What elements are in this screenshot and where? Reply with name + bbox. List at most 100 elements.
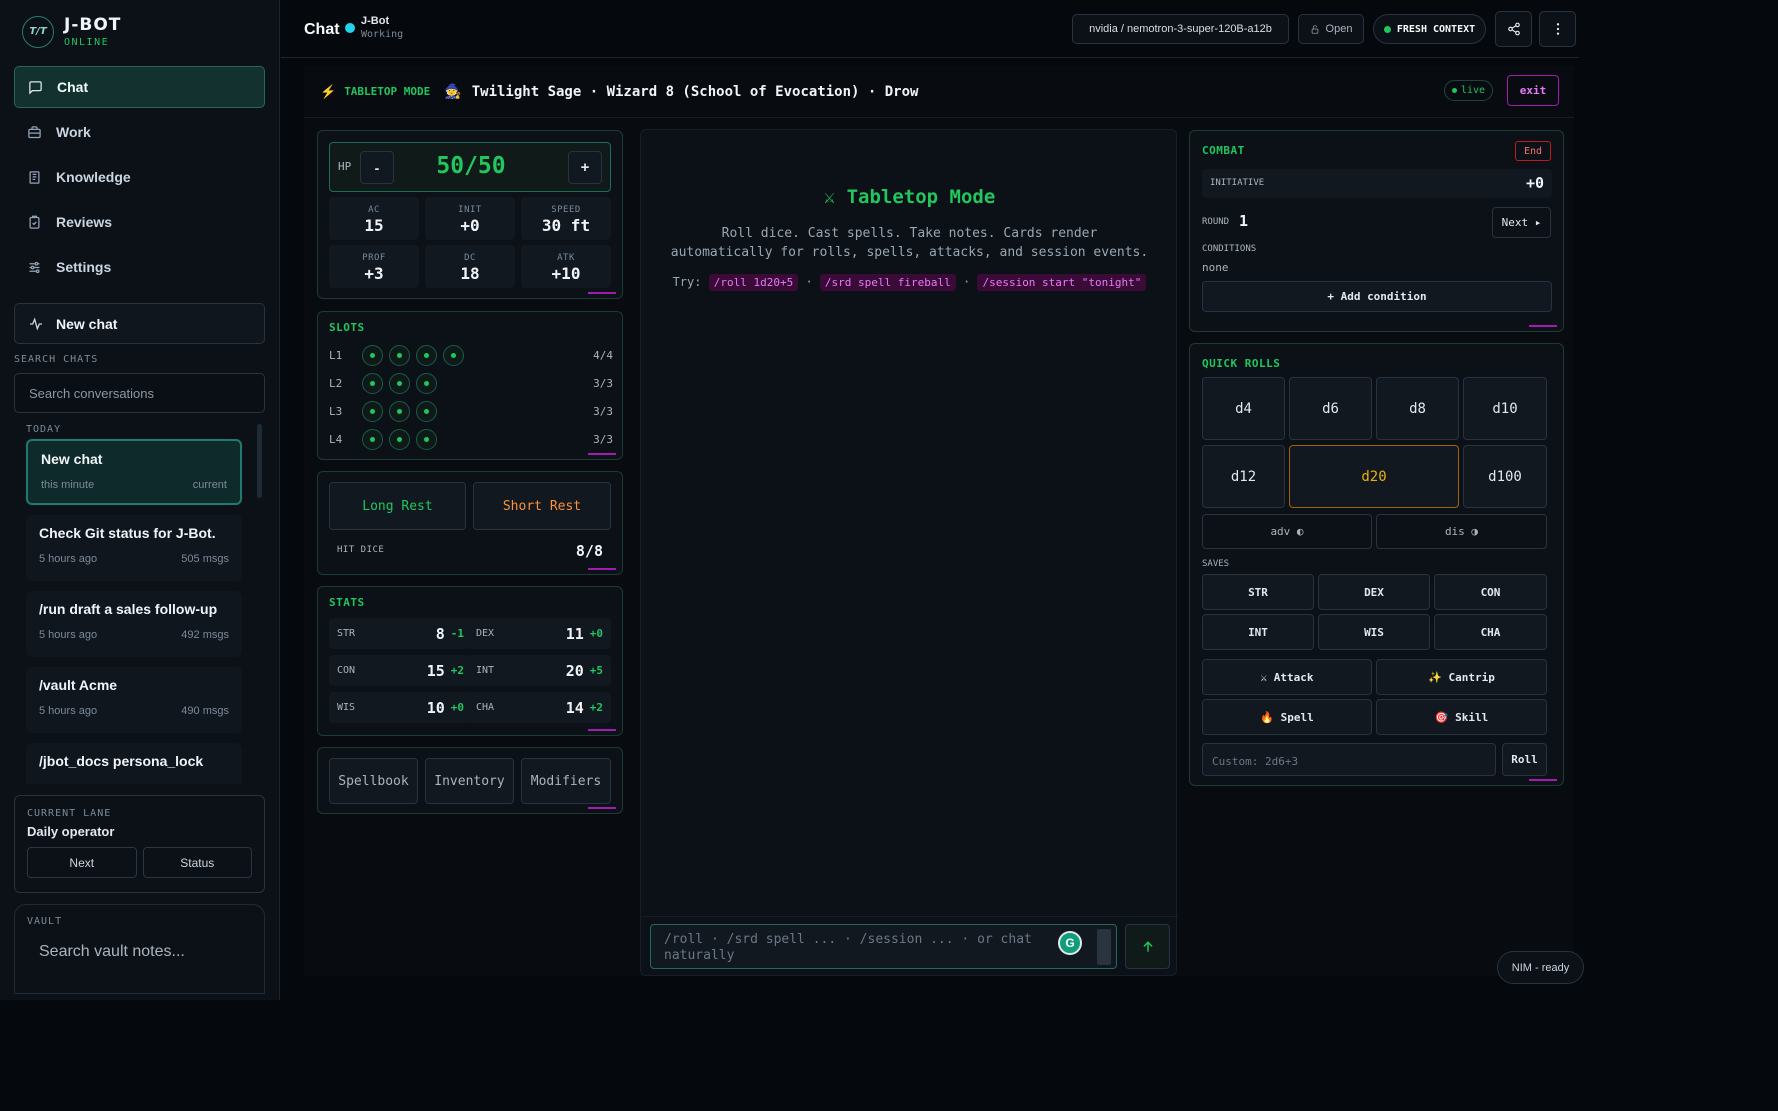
nav-label: Knowledge xyxy=(56,169,131,185)
d10-button[interactable]: d10 xyxy=(1463,377,1547,440)
chat-time: this minute xyxy=(41,479,95,491)
slot-pip[interactable] xyxy=(389,344,410,366)
initiative-row: INITIATIVE +0 xyxy=(1202,169,1552,198)
hp-label: HP xyxy=(338,160,352,173)
chat-list-scrollbar[interactable] xyxy=(257,424,262,498)
d20-button[interactable]: d20 xyxy=(1289,445,1459,508)
slot-pip[interactable] xyxy=(362,372,383,394)
nav-item-reviews[interactable]: Reviews xyxy=(14,201,265,243)
chat-item[interactable]: New chat this minute current xyxy=(26,439,242,505)
chat-item[interactable]: /vault Acme 5 hours ago 490 msgs xyxy=(26,667,242,733)
save-cha-button[interactable]: CHA xyxy=(1434,614,1547,650)
more-menu-button[interactable] xyxy=(1539,11,1576,47)
slot-level: L2 xyxy=(329,376,343,390)
slot-pip[interactable] xyxy=(389,372,410,394)
cell-label: SPEED xyxy=(551,205,581,215)
save-int-button[interactable]: INT xyxy=(1202,614,1314,650)
example-chip[interactable]: /session start "tonight" xyxy=(977,274,1147,291)
chat-item[interactable]: Check Git status for J-Bot. 5 hours ago 5… xyxy=(26,515,242,581)
plus-label: + xyxy=(580,159,590,176)
exit-button[interactable]: exit xyxy=(1507,75,1559,106)
d8-button[interactable]: d8 xyxy=(1376,377,1459,440)
disadvantage-toggle[interactable]: dis ◑ xyxy=(1376,514,1547,549)
chat-item[interactable]: /jbot_docs persona_lock xyxy=(26,743,242,784)
spell-button[interactable]: 🔥 Spell xyxy=(1202,699,1372,735)
d12-button[interactable]: d12 xyxy=(1202,445,1285,508)
slot-pip[interactable] xyxy=(443,344,464,366)
short-rest-button[interactable]: Short Rest xyxy=(473,482,611,530)
slot-pip[interactable] xyxy=(416,344,437,366)
vault-label: VAULT xyxy=(27,916,63,927)
save-str-button[interactable]: STR xyxy=(1202,574,1314,610)
lane-label: CURRENT LANE xyxy=(27,808,112,819)
custom-roll-button[interactable]: Roll xyxy=(1502,743,1547,776)
slot-pip[interactable] xyxy=(362,400,383,422)
slot-count: 3/3 xyxy=(593,432,613,446)
grammarly-icon[interactable]: G xyxy=(1058,931,1082,955)
stat-dex[interactable]: DEX 11 +0 xyxy=(468,618,611,649)
slot-pip[interactable] xyxy=(389,428,410,450)
next-round-button[interactable]: Next ▸ xyxy=(1492,207,1551,238)
slot-pip[interactable] xyxy=(362,344,383,366)
hp-increase-button[interactable]: + xyxy=(568,151,602,184)
cantrip-button[interactable]: ✨ Cantrip xyxy=(1376,659,1547,695)
nim-status-badge[interactable]: NIM - ready xyxy=(1497,951,1584,984)
end-combat-button[interactable]: End xyxy=(1515,141,1551,161)
nav-label: Settings xyxy=(56,259,112,275)
chat-item[interactable]: /run draft a sales follow-up 5 hours ago… xyxy=(26,591,242,657)
stat-wis[interactable]: WIS 10 +0 xyxy=(329,692,472,723)
input-scrollbar[interactable] xyxy=(1097,929,1111,965)
slot-pip[interactable] xyxy=(362,428,383,450)
stat-mod: +2 xyxy=(589,701,603,714)
nav-item-knowledge[interactable]: Knowledge xyxy=(14,156,265,198)
stats-panel: STATS STR 8 -1 DEX 11 +0 CON 15 +2 INT 20 +5 WIS… xyxy=(317,586,623,736)
tab-inventory[interactable]: Inventory xyxy=(425,758,514,804)
vault-search-input[interactable]: Search vault notes... xyxy=(39,943,252,961)
slot-pip[interactable] xyxy=(416,372,437,394)
context-badge[interactable]: FRESH CONTEXT xyxy=(1373,14,1486,44)
slot-pip[interactable] xyxy=(389,400,410,422)
save-con-button[interactable]: CON xyxy=(1434,574,1547,610)
search-chats-input[interactable]: Search conversations xyxy=(14,373,265,413)
live-dot xyxy=(1452,88,1457,93)
hp-decrease-button[interactable]: - xyxy=(360,151,394,184)
tab-spellbook[interactable]: Spellbook xyxy=(329,758,418,804)
lane-status-button[interactable]: Status xyxy=(142,847,252,878)
stat-con[interactable]: CON 15 +2 xyxy=(329,655,472,686)
long-rest-button[interactable]: Long Rest xyxy=(329,482,466,530)
advantage-toggle[interactable]: adv ◐ xyxy=(1202,514,1372,549)
save-wis-button[interactable]: WIS xyxy=(1318,614,1430,650)
custom-roll-input[interactable]: Custom: 2d6+3 xyxy=(1202,743,1496,776)
add-condition-button[interactable]: + Add condition xyxy=(1202,281,1552,312)
nav-item-settings[interactable]: Settings xyxy=(14,246,265,288)
save-dex-button[interactable]: DEX xyxy=(1318,574,1430,610)
stat-str[interactable]: STR 8 -1 xyxy=(329,618,472,649)
open-button[interactable]: Open xyxy=(1298,14,1364,44)
separator: · xyxy=(962,275,971,289)
model-selector[interactable]: nvidia / nemotron-3-super-120B-a12b xyxy=(1072,14,1289,44)
slot-pip[interactable] xyxy=(416,428,437,450)
send-button[interactable] xyxy=(1125,924,1170,969)
d6-button[interactable]: d6 xyxy=(1289,377,1372,440)
nav-item-chat[interactable]: Chat xyxy=(14,66,265,108)
stat-cha[interactable]: CHA 14 +2 xyxy=(468,692,611,723)
slot-pip[interactable] xyxy=(416,400,437,422)
lane-next-button[interactable]: Next xyxy=(27,847,137,878)
skill-button[interactable]: 🎯 Skill xyxy=(1376,699,1547,735)
d100-button[interactable]: d100 xyxy=(1463,445,1547,508)
example-chip[interactable]: /srd spell fireball xyxy=(819,274,956,291)
example-chip[interactable]: /roll 1d20+5 xyxy=(708,274,799,291)
slots-title: SLOTS xyxy=(329,321,365,334)
tab-modifiers[interactable]: Modifiers xyxy=(521,758,611,804)
lane-title: Daily operator xyxy=(27,824,115,839)
d4-button[interactable]: d4 xyxy=(1202,377,1285,440)
nav-item-work[interactable]: Work xyxy=(14,111,265,153)
new-chat-button[interactable]: New chat xyxy=(14,303,265,344)
share-button[interactable] xyxy=(1495,11,1532,47)
message-input[interactable]: /roll · /srd spell ... · /session ... · … xyxy=(650,924,1117,969)
stat-mod: +2 xyxy=(450,664,464,677)
context-label: FRESH CONTEXT xyxy=(1396,23,1476,35)
stat-int[interactable]: INT 20 +5 xyxy=(468,655,611,686)
attack-button[interactable]: ⚔ Attack xyxy=(1202,659,1372,695)
init-cell: INIT +0 xyxy=(425,197,515,240)
